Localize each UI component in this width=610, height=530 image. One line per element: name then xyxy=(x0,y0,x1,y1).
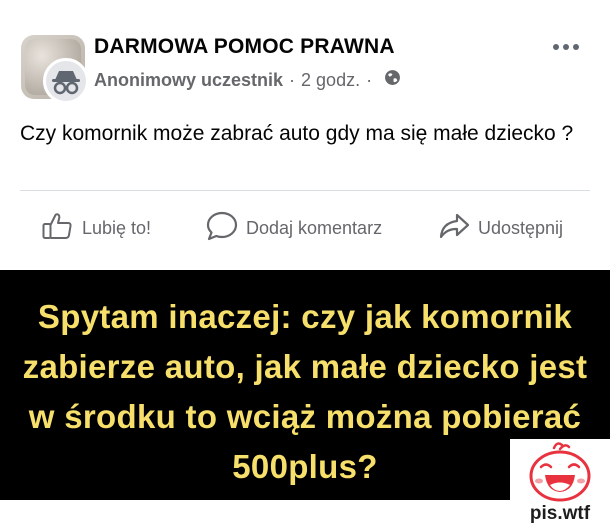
post-text: Czy komornik może zabrać auto gdy ma się… xyxy=(20,122,574,145)
post-meta: Anonimowy uczestnik · 2 godz. · xyxy=(94,69,401,91)
comment-button[interactable]: Dodaj komentarz xyxy=(206,211,383,246)
share-label: Udostępnij xyxy=(478,217,564,238)
divider xyxy=(20,190,590,191)
anonymous-avatar-icon[interactable] xyxy=(43,58,89,104)
like-button[interactable]: Lubię to! xyxy=(42,212,152,245)
post-actions: Lubię to! Dodaj komentarz Udostępnij xyxy=(0,205,610,251)
group-name[interactable]: DARMOWA POMOC PRAWNA xyxy=(94,35,395,59)
meta-separator: · xyxy=(289,69,296,90)
facebook-post: DARMOWA POMOC PRAWNA Anonimowy uczestnik… xyxy=(0,0,610,268)
comment-label: Dodaj komentarz xyxy=(246,217,383,238)
share-button[interactable]: Udostępnij xyxy=(438,213,563,243)
globe-icon xyxy=(384,69,401,91)
meta-separator-2: · xyxy=(366,69,373,90)
comment-bubble-icon xyxy=(206,211,246,246)
post-time[interactable]: 2 godz. xyxy=(301,70,360,91)
like-label: Lubię to! xyxy=(82,217,152,238)
thumbs-up-icon xyxy=(42,212,82,245)
watermark-text: pis.wtf xyxy=(529,503,591,524)
share-arrow-icon xyxy=(438,212,478,245)
author-name[interactable]: Anonimowy uczestnik xyxy=(94,70,283,91)
watermark: pis.wtf xyxy=(510,439,610,530)
more-options-icon[interactable] xyxy=(553,42,583,52)
